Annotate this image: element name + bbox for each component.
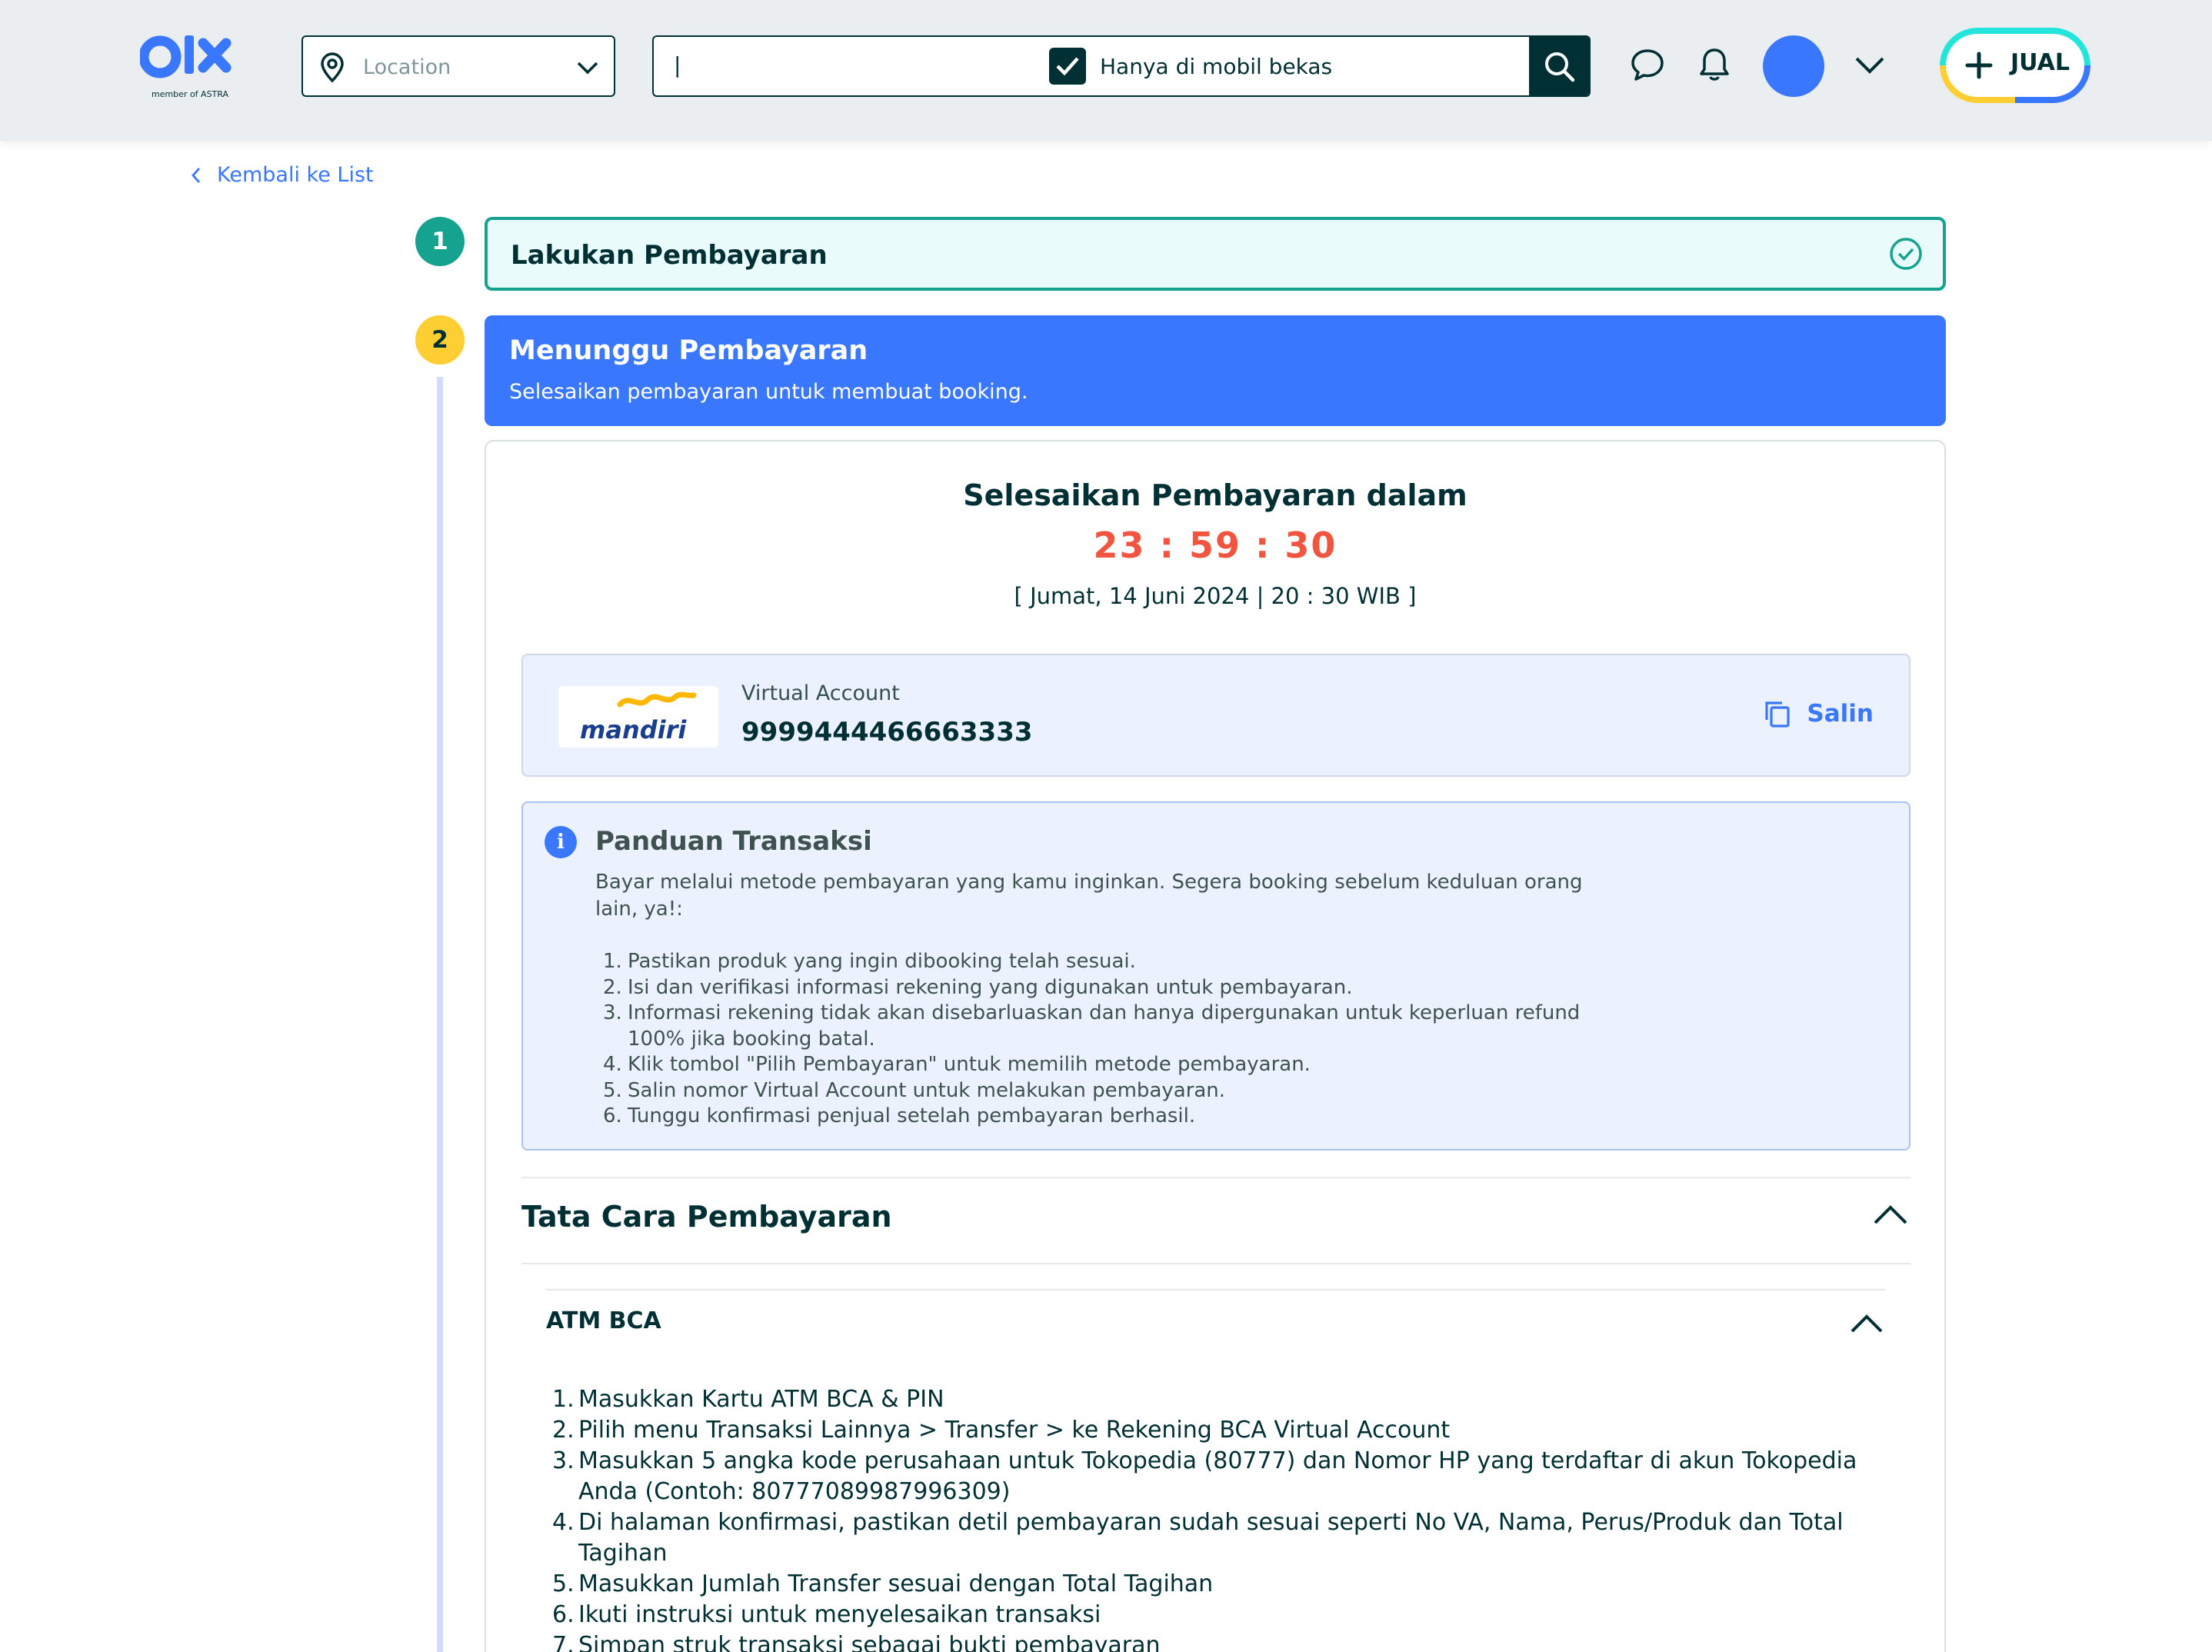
sell-button-label: JUAL: [2010, 49, 2070, 76]
method-divider: [546, 1289, 1886, 1291]
bell-icon[interactable]: [1697, 46, 1732, 83]
section-divider: [521, 1263, 1911, 1264]
user-avatar[interactable]: [1763, 35, 1824, 97]
atm-steps-list: 1. Masukkan Kartu ATM BCA & PIN 2. Pilih m…: [552, 1384, 1906, 1652]
info-icon: i: [545, 826, 577, 858]
list-item: 5. Masukkan Jumlah Transfer sesuai dengan…: [552, 1570, 1214, 1597]
bank-name: mandiri: [580, 715, 687, 744]
transaction-guide: i Panduan Transaksi Bayar melalui metode…: [521, 801, 1911, 1151]
step-2-panel: Menunggu Pembayaran Selesaikan pembayara…: [485, 315, 1946, 426]
step-2-subtitle: Selesaikan pembayaran untuk membuat book…: [509, 380, 1028, 404]
guide-title: Panduan Transaksi: [595, 826, 872, 857]
top-header: member of ASTRA Location | Hanya di mobi…: [0, 0, 2212, 141]
copy-button-label: Salin: [1807, 700, 1874, 728]
list-item: 5. Salin nomor Virtual Account untuk mela…: [603, 1078, 1226, 1102]
logo-subtitle: member of ASTRA: [151, 89, 228, 99]
list-item: 4. Klik tombol "Pilih Pembayaran" untuk m…: [603, 1053, 1311, 1076]
method-chevron-up-icon[interactable]: [1849, 1312, 1884, 1335]
countdown-timer: 23 : 59 : 30: [1093, 525, 1338, 566]
countdown-title: Selesaikan Pembayaran dalam: [963, 478, 1467, 512]
chevron-down-icon: [577, 62, 598, 75]
va-label: Virtual Account: [741, 681, 900, 705]
how-to-pay-title[interactable]: Tata Cara Pembayaran: [521, 1200, 892, 1234]
step-progress-line: [437, 377, 443, 1652]
chevron-up-icon[interactable]: [1872, 1203, 1909, 1227]
payment-card: Selesaikan Pembayaran dalam 23 : 59 : 30…: [485, 440, 1946, 1652]
step-1-badge: 1: [415, 217, 465, 266]
guide-intro: Bayar melalui metode pembayaran yang kam…: [595, 871, 1583, 921]
checkmark-icon: [1056, 57, 1079, 76]
list-item: 3. Masukkan 5 angka kode perusahaan untuk…: [552, 1447, 1857, 1505]
olx-logo[interactable]: member of ASTRA: [138, 32, 240, 102]
search-button[interactable]: [1529, 37, 1589, 95]
search-icon: [1545, 52, 1575, 82]
list-item: 1. Masukkan Kartu ATM BCA & PIN: [552, 1386, 944, 1413]
list-item: 2. Isi dan verifikasi informasi rekening …: [603, 975, 1353, 999]
chevron-left-icon: [192, 167, 201, 183]
sell-button-inner: JUAL: [1946, 34, 2084, 97]
copy-va-button[interactable]: Salin: [1762, 698, 1874, 729]
check-circle-icon: [1890, 238, 1922, 270]
search-bar[interactable]: | Hanya di mobil bekas: [652, 35, 1591, 97]
step-2-badge: 2: [415, 315, 465, 365]
list-item: 2. Pilih menu Transaksi Lainnya > Transfe…: [552, 1417, 1451, 1444]
virtual-account-box: mandiri Virtual Account 9999444466663333…: [521, 654, 1911, 777]
step-2-title: Menunggu Pembayaran: [509, 335, 868, 366]
location-select[interactable]: Location: [301, 35, 615, 97]
atm-method-title[interactable]: ATM BCA: [546, 1307, 661, 1334]
location-placeholder: Location: [363, 55, 451, 79]
step-1-title: Lakukan Pembayaran: [511, 240, 828, 271]
section-divider: [521, 1177, 1911, 1178]
payment-deadline: [ Jumat, 14 Juni 2024 | 20 : 30 WIB ]: [1014, 583, 1417, 609]
bank-logo: mandiri: [558, 686, 718, 748]
sell-button[interactable]: JUAL: [1940, 28, 2090, 103]
list-item: 3. Informasi rekening tidak akan disebarl…: [603, 1001, 1581, 1051]
used-car-checkbox-label: Hanya di mobil bekas: [1100, 54, 1333, 79]
list-item: 6. Tunggu konfirmasi penjual setelah pemb…: [603, 1104, 1196, 1127]
search-input[interactable]: |: [674, 52, 681, 78]
step-1-panel[interactable]: Lakukan Pembayaran: [485, 217, 1946, 291]
copy-icon: [1765, 701, 1791, 728]
plus-icon: [1965, 52, 1993, 79]
olx-logo-icon: [138, 35, 232, 78]
list-item: 7. Simpan struk transaksi sebagai bukti p…: [552, 1632, 1161, 1652]
list-item: 4. Di halaman konfirmasi, pastikan detil …: [552, 1509, 1844, 1567]
guide-list: 1. Pastikan produk yang ingin dibooking t…: [595, 949, 1641, 1130]
va-number: 9999444466663333: [741, 717, 1033, 748]
location-pin-icon: [321, 52, 344, 83]
chat-icon[interactable]: [1629, 46, 1666, 83]
profile-chevron-down-icon[interactable]: [1854, 54, 1886, 77]
used-car-checkbox[interactable]: [1049, 48, 1086, 85]
back-to-list-link[interactable]: Kembali ke List: [189, 163, 374, 187]
list-item: 6. Ikuti instruksi untuk menyelesaikan tr…: [552, 1601, 1101, 1628]
back-link-label: Kembali ke List: [217, 163, 374, 187]
list-item: 1. Pastikan produk yang ingin dibooking t…: [603, 950, 1136, 973]
